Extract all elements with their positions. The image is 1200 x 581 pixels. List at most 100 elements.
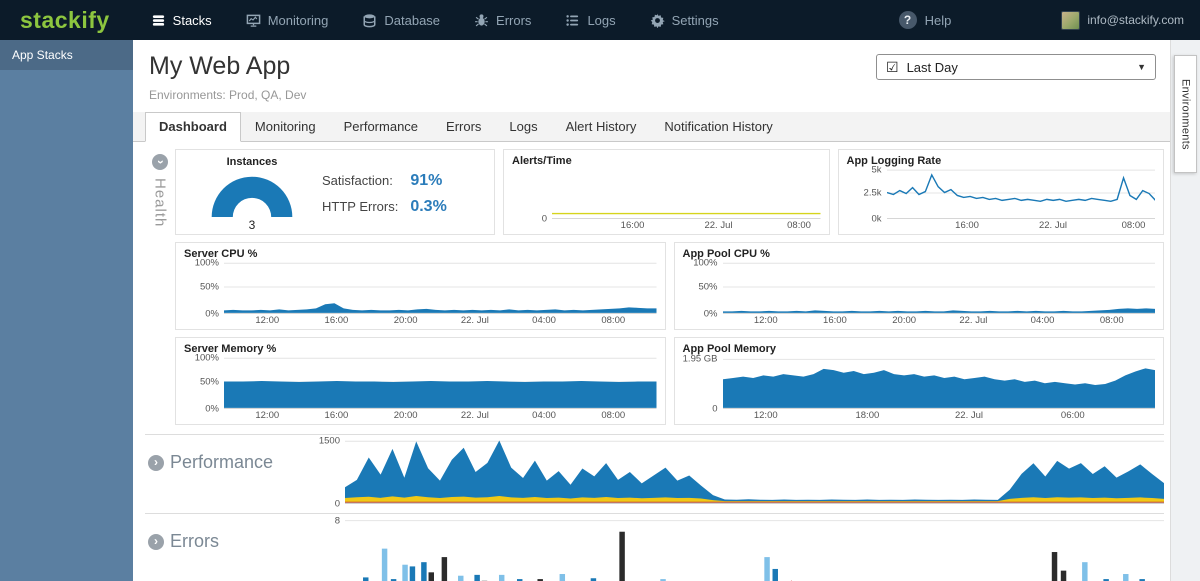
sidebar: App Stacks xyxy=(0,40,133,581)
x-tick-label: 12:00 xyxy=(255,410,279,421)
errors-section-title: Errors xyxy=(170,531,219,552)
tab-dashboard[interactable]: Dashboard xyxy=(145,112,241,142)
y-tick-label: 0 xyxy=(335,499,340,510)
x-tick-label: 22. Jul xyxy=(461,410,489,421)
y-tick-label: 8 xyxy=(335,515,340,526)
collapse-health-icon[interactable]: › xyxy=(152,154,168,170)
nav-item-errors[interactable]: Errors xyxy=(457,0,548,40)
instances-title: Instances xyxy=(204,156,300,168)
y-tick-label: 0 xyxy=(712,404,717,415)
y-tick-label: 0k xyxy=(871,214,881,225)
user-menu[interactable]: info@stackify.com xyxy=(1061,11,1184,30)
nav-item-monitoring[interactable]: Monitoring xyxy=(229,0,346,40)
errors-chart: 80 xyxy=(305,517,1164,581)
tab-notification-history[interactable]: Notification History xyxy=(650,112,786,142)
database-icon xyxy=(362,13,377,28)
satisfaction-value: 91% xyxy=(410,172,446,190)
instances-panel: Instances 3 Satisfaction: 91% HTTP Error… xyxy=(175,149,495,235)
help-icon: ? xyxy=(899,11,917,29)
app-logging-rate-panel: App Logging Rate 5k2.5k0k 16:0022. Jul08… xyxy=(838,149,1165,235)
tab-monitoring[interactable]: Monitoring xyxy=(241,112,330,142)
x-tick-label: 18:00 xyxy=(855,410,879,421)
http-errors-label: HTTP Errors: xyxy=(322,199,398,214)
x-tick-label: 08:00 xyxy=(601,315,625,326)
y-tick-label: 100% xyxy=(693,258,717,269)
expand-performance-icon[interactable]: › xyxy=(148,455,164,471)
errors-section-header[interactable]: › Errors xyxy=(145,517,305,552)
x-tick-label: 06:00 xyxy=(1061,410,1085,421)
nav-item-logs[interactable]: Logs xyxy=(548,0,632,40)
tab-performance[interactable]: Performance xyxy=(330,112,432,142)
app-body: App Stacks Environments My Web App Envir… xyxy=(0,40,1200,581)
x-tick-label: 08:00 xyxy=(1122,220,1146,231)
y-axis: 1.95 GB0 xyxy=(683,355,723,409)
server-memory-panel: Server Memory % 100%50%0% 12:0016:0020:0… xyxy=(175,337,666,425)
performance-plot[interactable] xyxy=(345,438,1164,504)
health-row-3: Server Memory % 100%50%0% 12:0016:0020:0… xyxy=(175,337,1164,425)
tab-alert-history[interactable]: Alert History xyxy=(552,112,651,142)
nav-item-settings[interactable]: Settings xyxy=(633,0,736,40)
health-row-2: Server CPU % 100%50%0% 12:0016:0020:0022… xyxy=(175,242,1164,330)
chart-title: Server Memory % xyxy=(184,343,657,355)
x-tick-label: 12:00 xyxy=(255,315,279,326)
x-tick-label: 12:00 xyxy=(754,410,778,421)
page-header: My Web App Environments: Prod, QA, Dev ☑… xyxy=(133,40,1200,102)
help-button[interactable]: ? Help xyxy=(899,11,952,29)
y-tick-label: 0% xyxy=(205,404,219,415)
server-memory-plot[interactable] xyxy=(224,355,657,409)
y-tick-label: 100% xyxy=(195,353,219,364)
app-pool-cpu-plot[interactable] xyxy=(723,260,1156,314)
app-logging-rate-plot[interactable] xyxy=(887,167,1156,219)
alerts-chart-panel: Alerts/Time 0 16:0022. Jul08:00 xyxy=(503,149,830,235)
x-tick-label: 20:00 xyxy=(394,410,418,421)
x-tick-label: 22. Jul xyxy=(1039,220,1067,231)
nav-item-label: Database xyxy=(384,13,440,28)
nav-item-database[interactable]: Database xyxy=(345,0,457,40)
x-tick-label: 22. Jul xyxy=(461,315,489,326)
errors-icon xyxy=(474,13,489,28)
y-axis: 100%50%0% xyxy=(184,260,224,314)
x-axis: 12:0016:0020:0022. Jul04:0008:00 xyxy=(224,409,657,422)
health-grid: Instances 3 Satisfaction: 91% HTTP Error… xyxy=(175,149,1164,425)
x-tick-label: 04:00 xyxy=(532,410,556,421)
performance-section-title: Performance xyxy=(170,452,273,473)
tab-logs[interactable]: Logs xyxy=(495,112,551,142)
topnav-items: Stacks Monitoring Database Errors Logs Settin… xyxy=(134,0,736,40)
nav-item-label: Stacks xyxy=(173,13,212,28)
nav-item-stacks[interactable]: Stacks xyxy=(134,0,229,40)
x-tick-label: 20:00 xyxy=(892,315,916,326)
stackify-logo[interactable]: stackify xyxy=(0,7,134,34)
app-pool-memory-panel: App Pool Memory 1.95 GB0 12:0018:0022. J… xyxy=(674,337,1165,425)
user-email: info@stackify.com xyxy=(1087,13,1184,27)
help-label: Help xyxy=(925,13,952,28)
x-tick-label: 22. Jul xyxy=(959,315,987,326)
expand-errors-icon[interactable]: › xyxy=(148,534,164,550)
x-tick-label: 12:00 xyxy=(754,315,778,326)
dashboard-content: › Health Instances 3 xyxy=(133,142,1200,581)
chart-title: App Pool CPU % xyxy=(683,248,1156,260)
topnav-right: ? Help info@stackify.com xyxy=(899,11,1200,30)
x-axis: 12:0016:0020:0022. Jul04:0008:00 xyxy=(224,314,657,327)
main-area: Environments My Web App Environments: Pr… xyxy=(133,40,1200,581)
x-axis: 16:0022. Jul08:00 xyxy=(552,219,821,232)
nav-item-label: Logs xyxy=(587,13,615,28)
alerts-plot[interactable] xyxy=(552,167,821,219)
server-cpu-plot[interactable] xyxy=(224,260,657,314)
time-range-select[interactable]: ☑ Last Day ▼ xyxy=(876,54,1156,80)
nav-item-label: Settings xyxy=(672,13,719,28)
y-axis: 100%50%0% xyxy=(184,355,224,409)
performance-section-header[interactable]: › Performance xyxy=(145,438,305,473)
x-tick-label: 08:00 xyxy=(787,220,811,231)
x-tick-label: 04:00 xyxy=(532,315,556,326)
app-pool-memory-plot[interactable] xyxy=(723,355,1156,409)
stacks-icon xyxy=(151,13,166,28)
health-section-title: Health xyxy=(152,178,169,227)
environments-drawer-tab[interactable]: Environments xyxy=(1174,55,1197,173)
sidebar-items: App Stacks xyxy=(0,40,133,70)
y-tick-label: 50% xyxy=(200,377,219,388)
tab-errors[interactable]: Errors xyxy=(432,112,495,142)
http-errors-value: 0.3% xyxy=(410,198,446,216)
sidebar-item-app-stacks[interactable]: App Stacks xyxy=(0,40,133,70)
time-range-value: Last Day xyxy=(907,60,958,75)
errors-plot[interactable] xyxy=(345,517,1164,581)
